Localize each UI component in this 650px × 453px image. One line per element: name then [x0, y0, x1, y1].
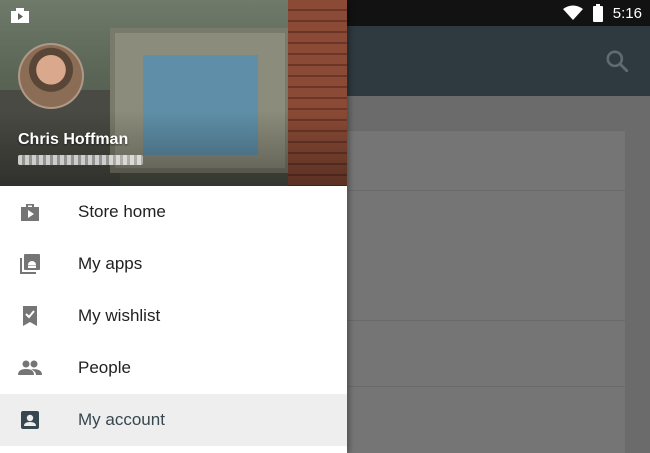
- search-icon[interactable]: [604, 48, 630, 74]
- drawer-header: Chris Hoffman: [0, 0, 347, 186]
- store-bag-icon: [21, 204, 39, 221]
- user-name[interactable]: Chris Hoffman: [18, 131, 128, 149]
- menu-item-label: Store home: [78, 202, 166, 221]
- avatar[interactable]: [18, 43, 84, 109]
- content-card: [338, 386, 625, 453]
- account-icon: [21, 411, 39, 429]
- menu-item-label: People: [78, 358, 131, 377]
- menu-item-label: My account: [78, 410, 165, 429]
- content-card: [338, 320, 625, 386]
- battery-icon: [592, 4, 603, 22]
- play-store-bag-icon: [11, 8, 29, 23]
- wishlist-bookmark-icon: [23, 306, 37, 326]
- menu-item-store-home[interactable]: Store home: [0, 186, 347, 238]
- menu-item-my-wishlist[interactable]: My wishlist: [0, 290, 347, 342]
- my-apps-icon: [20, 254, 40, 274]
- menu-item-label: My apps: [78, 254, 143, 273]
- status-time: 5:16: [612, 4, 642, 22]
- drawer-menu: Store home My apps My wishlist People My…: [0, 186, 347, 446]
- user-email-redacted: [18, 155, 143, 165]
- menu-item-people[interactable]: People: [0, 342, 347, 394]
- menu-item-label: My wishlist: [78, 306, 161, 325]
- wifi-icon: [562, 5, 583, 20]
- navigation-drawer: Chris Hoffman Store home My apps My wish…: [0, 0, 347, 453]
- menu-item-my-account[interactable]: My account: [0, 394, 347, 446]
- content-card: [338, 190, 625, 320]
- people-icon: [18, 360, 42, 375]
- content-card: [338, 130, 625, 190]
- menu-item-my-apps[interactable]: My apps: [0, 238, 347, 290]
- status-icons: 5:16: [562, 0, 642, 26]
